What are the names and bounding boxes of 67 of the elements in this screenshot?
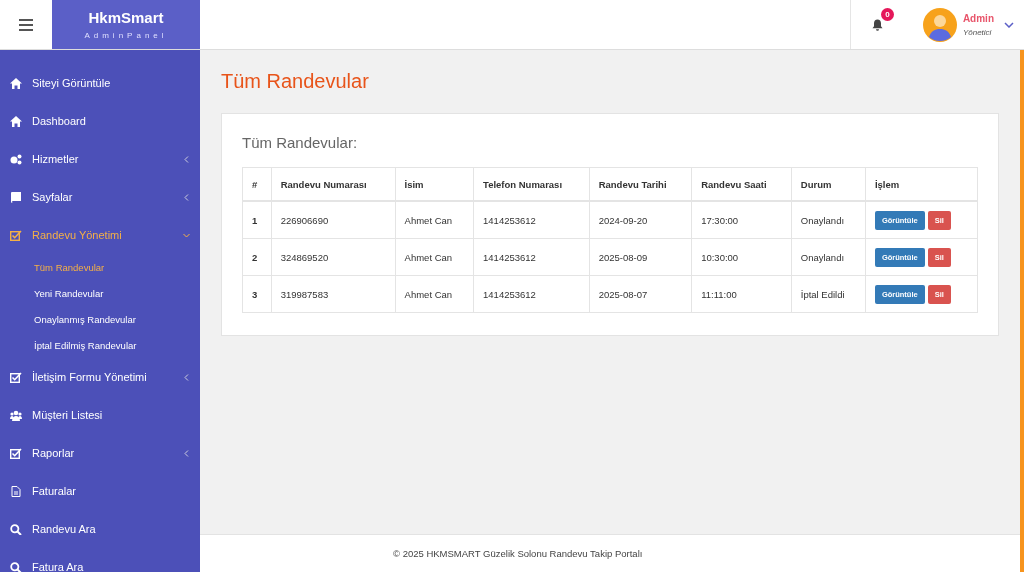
home-icon (10, 115, 22, 127)
table-cell: 10:30:00 (691, 238, 792, 276)
check-icon (10, 229, 22, 241)
table-cell: 2 (242, 238, 272, 276)
table-cell: 1414253612 (473, 238, 590, 276)
table-cell: 1414253612 (473, 201, 590, 239)
column-header: # (242, 167, 272, 201)
table-cell: 226906690 (271, 201, 396, 239)
sidebar-item[interactable]: Sayfalar (0, 178, 200, 216)
chevron-down-icon[interactable] (1004, 21, 1014, 28)
check-icon (10, 447, 22, 459)
table-cell: Ahmet Can (395, 275, 474, 313)
table-cell: 2025-08-07 (589, 275, 692, 313)
table-cell: 3 (242, 275, 272, 313)
table-cell: 1 (242, 201, 272, 239)
brand-subtitle: AdminPanel (84, 31, 168, 40)
column-header: Randevu Tarihi (589, 167, 692, 201)
column-header: Randevu Numarası (271, 167, 396, 201)
users-icon (10, 409, 22, 421)
sidebar-item[interactable]: Randevu Yönetimi (0, 216, 200, 254)
sidebar-item[interactable]: İletişim Formu Yönetimi (0, 358, 200, 396)
sidebar-item[interactable]: Müşteri Listesi (0, 396, 200, 434)
file-icon (10, 485, 22, 497)
submenu-item[interactable]: Tüm Randevular (0, 254, 105, 280)
submenu-item[interactable]: İptal Edilmiş Randevular (0, 332, 137, 358)
search-icon (10, 523, 22, 535)
table-cell: 324869520 (271, 238, 396, 276)
card-title: Tüm Randevular: (242, 134, 359, 151)
sidebar-item[interactable]: Hizmetler (0, 140, 200, 178)
sidebar-item[interactable]: Fatura Ara (0, 548, 200, 572)
table-cell: Ahmet Can (395, 201, 474, 239)
search-icon (10, 561, 22, 572)
page-title: Tüm Randevular (221, 70, 370, 93)
notification-badge: 0 (880, 8, 894, 21)
table-cell: Onaylandı (791, 238, 866, 276)
table-cell: 2025-08-09 (589, 238, 692, 276)
menu-icon (19, 18, 33, 31)
table-cell: İptal Edildi (791, 275, 866, 313)
sidebar-item[interactable]: Siteyi Görüntüle (0, 64, 200, 102)
submenu-item[interactable]: Onaylanmış Randevular (0, 306, 136, 332)
bell-icon[interactable] (872, 18, 884, 31)
sidebar-item[interactable]: Randevu Ara (0, 510, 200, 548)
table-cell: 11:11:00 (691, 275, 792, 313)
user-role: Yönetici (962, 27, 993, 37)
footer-text: © 2025 HKMSMART Güzelik Solonu Randevu Takip Portalı (393, 548, 643, 559)
table-cell: Onaylandı (791, 201, 866, 239)
sidebar-item[interactable]: Faturalar (0, 472, 200, 510)
scrollbar[interactable] (1020, 50, 1024, 572)
column-header: Randevu Saati (691, 167, 792, 201)
check-icon (10, 371, 22, 383)
table-cell: Ahmet Can (395, 238, 474, 276)
table-cell: 2024-09-20 (589, 201, 692, 239)
user-name[interactable]: Admin (962, 12, 994, 24)
table-cell: 17:30:00 (691, 201, 792, 239)
column-header: Durum (791, 167, 866, 201)
sidebar-item[interactable]: Dashboard (0, 102, 200, 140)
submenu-item[interactable]: Yeni Randevular (0, 280, 104, 306)
sidebar-item[interactable]: Raporlar (0, 434, 200, 472)
column-header: İşlem (865, 167, 978, 201)
brand-title: HkmSmart (88, 9, 164, 26)
home-icon (10, 77, 22, 89)
table-cell: 1414253612 (473, 275, 590, 313)
avatar-icon[interactable] (922, 7, 957, 42)
table-cell: 319987583 (271, 275, 396, 313)
column-header: İsim (395, 167, 474, 201)
gears-icon (10, 153, 22, 165)
column-header: Telefon Numarası (473, 167, 590, 201)
